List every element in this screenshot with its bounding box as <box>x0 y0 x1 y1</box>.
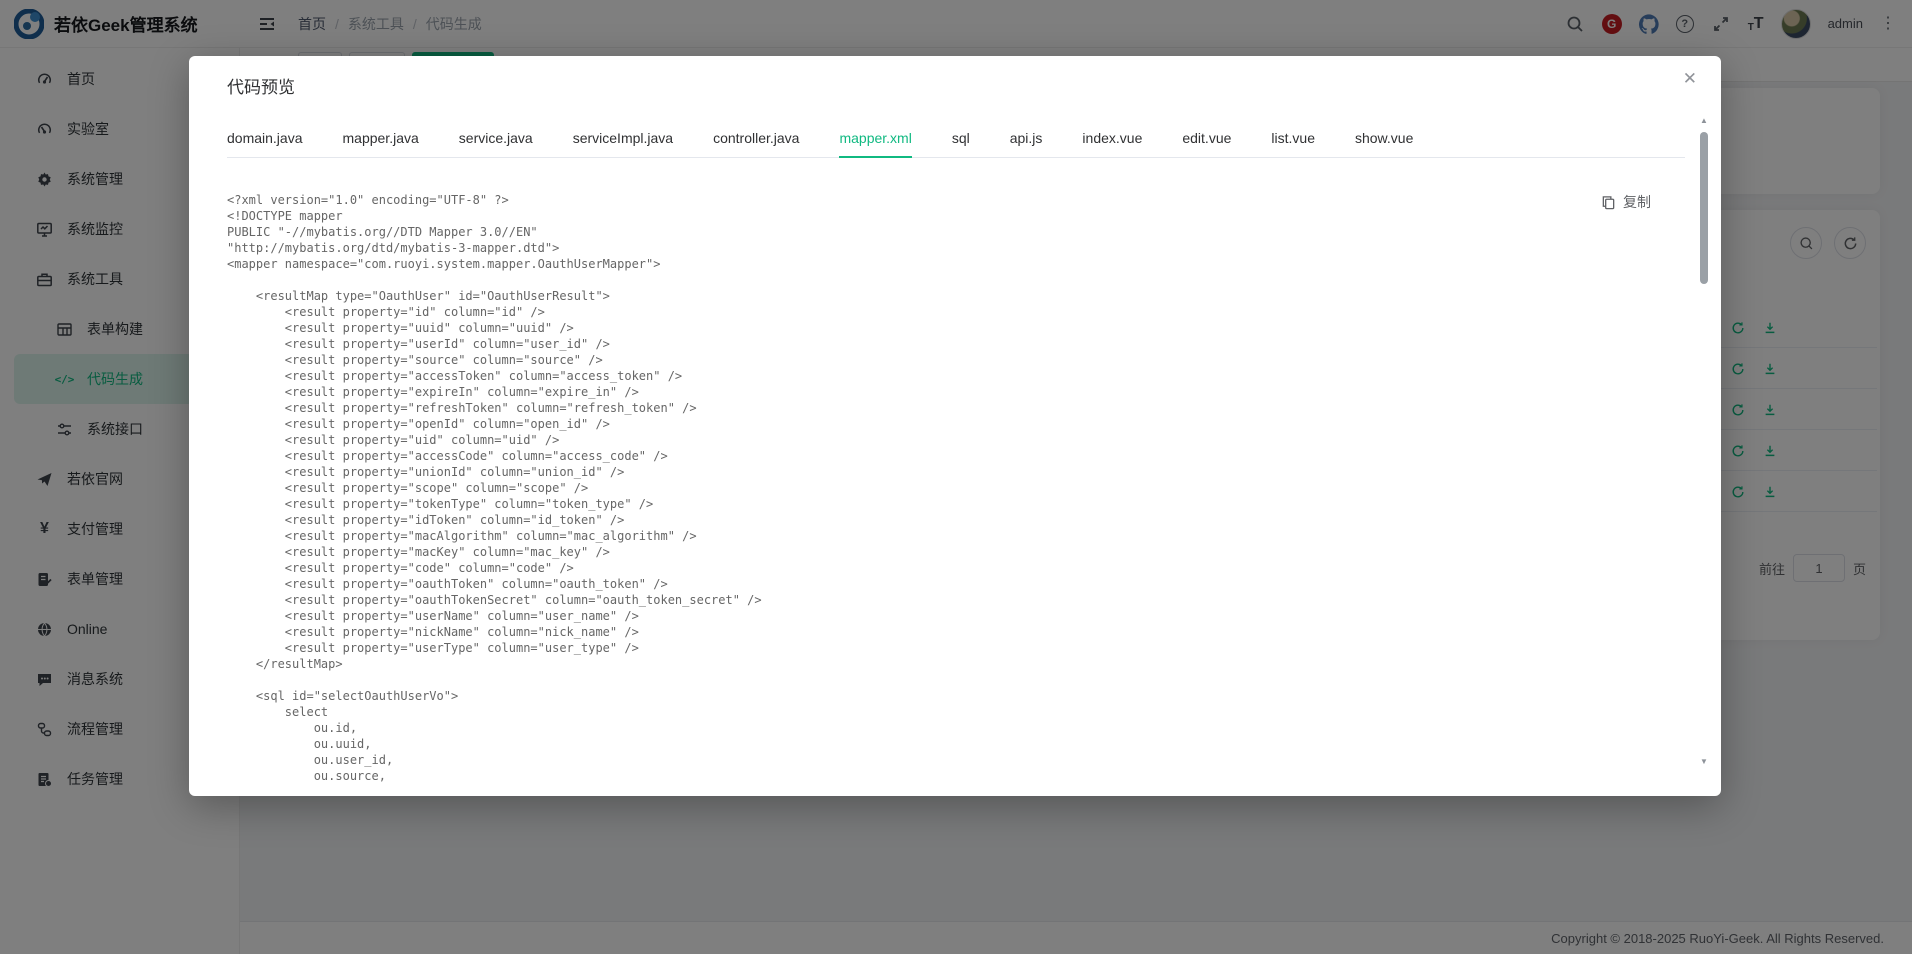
tab-index-vue[interactable]: index.vue <box>1082 130 1142 157</box>
code-content: <?xml version="1.0" encoding="UTF-8" ?> … <box>227 192 1661 784</box>
tab-list-vue[interactable]: list.vue <box>1271 130 1315 157</box>
scroll-up-icon[interactable]: ▲ <box>1699 116 1709 125</box>
file-tabs: domain.java mapper.java service.java ser… <box>227 130 1501 158</box>
scroll-down-icon[interactable]: ▼ <box>1699 757 1709 766</box>
dialog-title: 代码预览 <box>227 73 295 98</box>
code-preview-dialog: 代码预览 ✕ domain.java mapper.java service.j… <box>189 56 1721 796</box>
tab-controller-java[interactable]: controller.java <box>713 130 799 157</box>
app-screen: 若依Geek管理系统 首页 / 系统工具 / 代码生成 G ? TT <box>0 0 1912 954</box>
code-viewer[interactable]: <?xml version="1.0" encoding="UTF-8" ?> … <box>227 192 1661 790</box>
tab-show-vue[interactable]: show.vue <box>1355 130 1413 157</box>
close-icon[interactable]: ✕ <box>1683 70 1697 87</box>
tab-api-js[interactable]: api.js <box>1010 130 1043 157</box>
tab-domain-java[interactable]: domain.java <box>227 130 303 157</box>
tab-edit-vue[interactable]: edit.vue <box>1182 130 1231 157</box>
tab-sql[interactable]: sql <box>952 130 970 157</box>
tab-serviceimpl-java[interactable]: serviceImpl.java <box>573 130 673 157</box>
scrollbar-thumb[interactable] <box>1700 132 1708 284</box>
tab-service-java[interactable]: service.java <box>459 130 533 157</box>
tab-mapper-java[interactable]: mapper.java <box>343 130 419 157</box>
tab-mapper-xml[interactable]: mapper.xml <box>839 130 911 158</box>
